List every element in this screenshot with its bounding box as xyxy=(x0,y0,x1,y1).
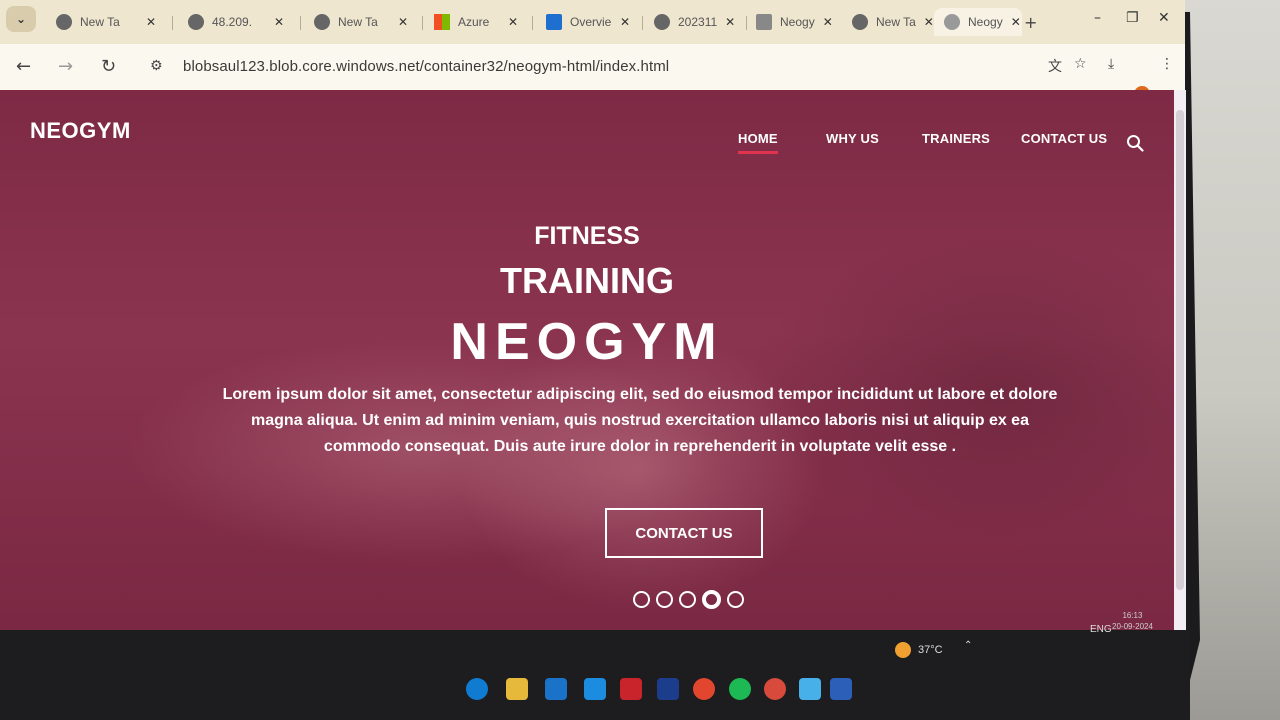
app-l-icon[interactable] xyxy=(657,678,679,700)
minimize-icon[interactable]: – xyxy=(1094,10,1101,26)
microsoft-icon xyxy=(434,14,450,30)
back-icon[interactable]: ← xyxy=(16,56,31,77)
browser-tab[interactable]: New Ta ✕ xyxy=(842,8,934,36)
carousel-dot[interactable] xyxy=(727,591,744,608)
close-icon[interactable]: ✕ xyxy=(620,15,630,29)
mcafee-icon[interactable] xyxy=(620,678,642,700)
language-indicator[interactable]: ENG xyxy=(1090,624,1112,635)
plus-icon: + xyxy=(1024,12,1038,32)
translate-icon[interactable]: 文 xyxy=(1048,56,1062,76)
tab-title: Overvie xyxy=(570,15,612,29)
carousel-indicators xyxy=(633,590,744,609)
word-icon[interactable] xyxy=(830,678,852,700)
browser-tab[interactable]: Neogy ✕ xyxy=(746,8,842,36)
weather-temperature[interactable]: 37°C xyxy=(918,644,943,656)
clock-time: 16:13 xyxy=(1122,611,1143,620)
chevron-up-icon[interactable]: ⌃ xyxy=(964,640,972,651)
hero-description: Lorem ipsum dolor sit amet, consectetur … xyxy=(222,386,1058,455)
close-window-icon[interactable]: ✕ xyxy=(1158,10,1170,26)
browser-tab[interactable]: 202311 ✕ xyxy=(644,8,744,36)
browser-tab[interactable]: New Ta ✕ xyxy=(304,8,418,36)
nav-why-us[interactable]: WHY US xyxy=(826,131,879,146)
hero-title: NEOGYM xyxy=(450,313,724,371)
close-icon[interactable]: ✕ xyxy=(1011,15,1021,29)
close-icon[interactable]: ✕ xyxy=(146,15,156,29)
nav-trainers[interactable]: TRAINERS xyxy=(922,131,990,146)
loading-icon xyxy=(944,14,960,30)
app-icon[interactable] xyxy=(799,678,821,700)
mail-icon[interactable] xyxy=(545,678,567,700)
hero-line-fitness: FITNESS xyxy=(534,222,640,250)
download-icon[interactable]: ⤓ xyxy=(1108,56,1114,72)
tab-title: Neogy xyxy=(968,15,1003,29)
search-icon[interactable] xyxy=(1126,134,1144,152)
close-icon[interactable]: ✕ xyxy=(823,15,833,29)
chrome-icon[interactable] xyxy=(693,678,715,700)
tab-search-button[interactable]: ⌄ xyxy=(6,6,36,32)
page-icon xyxy=(756,14,772,30)
windows-taskbar: 16:13 20-09-2024 ENG 37°C ⌃ xyxy=(0,611,1190,720)
browser-tab-strip: ⌄ New Ta ✕ 48.209. ✕ New Ta ✕ Azure ✕ Ov… xyxy=(0,0,1185,44)
scrollbar-thumb[interactable] xyxy=(1176,110,1184,590)
tab-title: New Ta xyxy=(876,15,916,29)
tab-title: 48.209. xyxy=(212,15,253,29)
scrollbar[interactable] xyxy=(1174,90,1186,630)
tab-title: Azure xyxy=(458,15,490,29)
contact-us-button[interactable]: CONTACT US xyxy=(605,508,763,558)
browser-tab[interactable]: Overvie ✕ xyxy=(536,8,640,36)
browser-toolbar: ← → ↻ ⚙ blobsaul123.blob.core.windows.ne… xyxy=(0,44,1185,102)
site-logo[interactable]: NEOGYM xyxy=(30,118,131,144)
close-icon[interactable]: ✕ xyxy=(924,15,934,29)
browser-tab[interactable]: Azure ✕ xyxy=(424,8,528,36)
weather-icon[interactable] xyxy=(895,642,911,658)
browser-tab[interactable]: New Ta ✕ xyxy=(46,8,166,36)
clock[interactable]: 16:13 20-09-2024 xyxy=(1112,610,1153,632)
carousel-dot[interactable] xyxy=(656,591,673,608)
tab-title: New Ta xyxy=(338,15,378,29)
tab-title: New Ta xyxy=(80,15,120,29)
close-icon[interactable]: ✕ xyxy=(398,15,408,29)
edge-icon[interactable] xyxy=(466,678,488,700)
page-viewport: NEOGYM HOME WHY US TRAINERS CONTACT US F… xyxy=(0,90,1186,630)
spotify-icon[interactable] xyxy=(729,678,751,700)
carousel-dot[interactable] xyxy=(679,591,696,608)
globe-icon xyxy=(188,14,204,30)
chrome-profile-icon[interactable] xyxy=(764,678,786,700)
browser-tab-active[interactable]: Neogy ✕ xyxy=(934,8,1022,36)
nav-home[interactable]: HOME xyxy=(738,131,778,154)
site-info-icon[interactable]: ⚙ xyxy=(150,58,163,74)
azure-icon xyxy=(546,14,562,30)
close-icon[interactable]: ✕ xyxy=(508,15,518,29)
chrome-icon xyxy=(852,14,868,30)
clock-date: 20-09-2024 xyxy=(1112,622,1153,631)
globe-icon xyxy=(654,14,670,30)
chrome-icon xyxy=(56,14,72,30)
bookmark-star-icon[interactable]: ☆ xyxy=(1074,56,1087,72)
hero-line-training: TRAINING xyxy=(500,260,674,301)
browser-tab[interactable]: 48.209. ✕ xyxy=(178,8,294,36)
tab-title: Neogy xyxy=(780,15,815,29)
carousel-dot-active[interactable] xyxy=(702,590,721,609)
address-bar[interactable]: blobsaul123.blob.core.windows.net/contai… xyxy=(183,58,669,75)
close-icon[interactable]: ✕ xyxy=(725,15,735,29)
forward-icon[interactable]: → xyxy=(58,56,73,77)
restore-icon[interactable]: ❐ xyxy=(1126,10,1139,26)
close-icon[interactable]: ✕ xyxy=(274,15,284,29)
store-icon[interactable] xyxy=(584,678,606,700)
new-tab-button[interactable]: + xyxy=(1024,8,1048,36)
chrome-icon xyxy=(314,14,330,30)
file-explorer-icon[interactable] xyxy=(506,678,528,700)
menu-icon[interactable]: ⋮ xyxy=(1160,56,1174,72)
reload-icon[interactable]: ↻ xyxy=(101,56,116,77)
tab-title: 202311 xyxy=(678,15,718,29)
nav-contact-us[interactable]: CONTACT US xyxy=(1021,131,1107,146)
carousel-dot[interactable] xyxy=(633,591,650,608)
